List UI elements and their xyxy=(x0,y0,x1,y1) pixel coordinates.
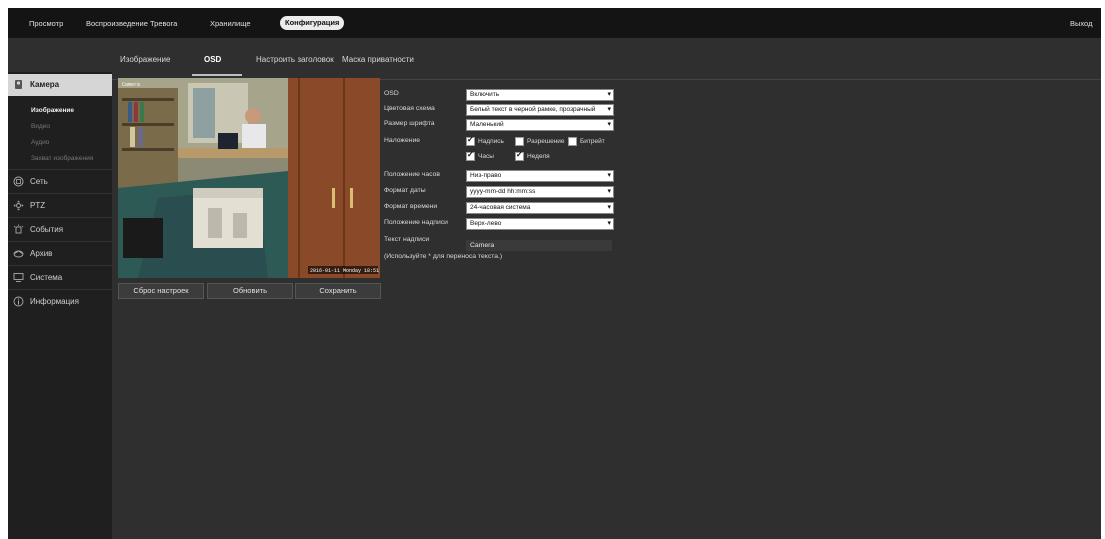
date-format-select-value: yyyy-mm-dd hh:mm:ss xyxy=(470,188,536,195)
sidebar-item-label: PTZ xyxy=(30,201,46,210)
sidebar-sub-video[interactable]: Видео xyxy=(31,123,50,130)
font-size-select[interactable]: Маленький ▾ xyxy=(466,119,614,131)
sidebar-sub-image[interactable]: Изображение xyxy=(31,107,74,114)
archive-icon xyxy=(13,250,24,258)
osd-select[interactable]: Включить ▾ xyxy=(466,89,614,101)
caption-position-label: Положение надписи xyxy=(384,219,448,226)
divider xyxy=(8,289,112,290)
camera-preview: Camera 2016-01-11 Monday 18:51 xyxy=(118,78,380,278)
color-scheme-select[interactable]: Белый текст в черной рамке, прозрачный ▾ xyxy=(466,104,614,116)
sidebar: Камера Изображение Видео Аудио Захват из… xyxy=(8,72,112,539)
clock-position-select[interactable]: Низ-право ▾ xyxy=(466,170,614,182)
refresh-button[interactable]: Обновить xyxy=(207,283,293,299)
color-scheme-select-value: Белый текст в черной рамке, прозрачный xyxy=(470,106,596,113)
chevron-down-icon: ▾ xyxy=(607,121,611,128)
overlay-caption-label: Надпись xyxy=(478,138,504,145)
active-tab-underline xyxy=(192,74,242,76)
divider xyxy=(8,241,112,242)
sidebar-item-label: Информация xyxy=(30,297,79,306)
clock-position-label: Положение часов xyxy=(384,171,440,178)
app-frame: Просмотр Воспроизведение Тревога Хранили… xyxy=(8,8,1101,539)
tab-privacy-mask[interactable]: Маска приватности xyxy=(342,55,414,64)
network-icon xyxy=(13,176,24,187)
sidebar-item-archive[interactable]: Архив xyxy=(8,243,112,265)
sidebar-item-system[interactable]: Система xyxy=(8,267,112,289)
sidebar-item-ptz[interactable]: PTZ xyxy=(8,195,112,217)
divider xyxy=(8,217,112,218)
nav-tab-configuration[interactable]: Конфигурация xyxy=(280,16,345,30)
nav-tab-alarm[interactable]: Тревога xyxy=(150,17,177,30)
caption-position-select-value: Верх-лево xyxy=(470,220,502,227)
caption-position-select[interactable]: Верх-лево ▾ xyxy=(466,218,614,230)
sub-nav-tabs: Изображение OSD Настроить заголовок Маск… xyxy=(112,43,1101,80)
chevron-down-icon: ▾ xyxy=(607,204,611,211)
sidebar-item-label: Архив xyxy=(30,249,53,258)
nav-tab-storage[interactable]: Хранилище xyxy=(210,17,251,30)
sidebar-item-label: События xyxy=(30,225,64,234)
overlay-resolution-label: Разрешение xyxy=(527,138,565,145)
time-format-select-value: 24-часовая система xyxy=(470,204,531,211)
sidebar-item-label: Сеть xyxy=(30,177,48,186)
tab-image[interactable]: Изображение xyxy=(120,55,170,64)
caption-text-input[interactable]: Camera xyxy=(466,240,612,251)
overlay-clock-checkbox[interactable] xyxy=(466,150,475,161)
time-format-label: Формат времени xyxy=(384,203,438,210)
clock-position-select-value: Низ-право xyxy=(470,172,502,179)
preview-overlay-caption: Camera xyxy=(122,82,140,88)
chevron-down-icon: ▾ xyxy=(607,188,611,195)
ptz-icon xyxy=(13,200,24,211)
caption-text-value: Camera xyxy=(470,242,495,249)
caption-text-label: Текст надписи xyxy=(384,236,430,243)
color-scheme-label: Цветовая схема xyxy=(384,105,435,112)
system-icon xyxy=(13,273,24,282)
sidebar-item-info[interactable]: Информация xyxy=(8,291,112,313)
overlay-bitrate-label: Битрейт xyxy=(580,138,605,145)
sidebar-item-label: Камера xyxy=(30,80,60,89)
sidebar-sub-snapshot[interactable]: Захват изображения xyxy=(31,155,93,162)
sidebar-item-camera[interactable]: Камера xyxy=(8,74,112,96)
info-icon xyxy=(13,296,24,307)
overlay-week-label: Неделя xyxy=(527,153,550,160)
nav-tab-playback[interactable]: Воспроизведение xyxy=(86,17,148,30)
sidebar-item-label: Система xyxy=(30,273,63,282)
date-format-label: Формат даты xyxy=(384,187,426,194)
top-nav-bar: Просмотр Воспроизведение Тревога Хранили… xyxy=(8,8,1101,38)
logout-link[interactable]: Выход xyxy=(1070,17,1092,30)
tab-set-title[interactable]: Настроить заголовок xyxy=(256,55,334,64)
overlay-resolution-checkbox[interactable] xyxy=(515,137,524,146)
sidebar-sub-audio[interactable]: Аудио xyxy=(31,139,49,146)
osd-select-value: Включить xyxy=(470,91,500,98)
divider xyxy=(8,193,112,194)
font-size-label: Размер шрифта xyxy=(384,120,435,127)
caption-hint-text: (Используйте * для переноса текста.) xyxy=(384,253,503,260)
sidebar-item-network[interactable]: Сеть xyxy=(8,171,112,193)
camera-image: Camera 2016-01-11 Monday 18:51 xyxy=(118,78,380,278)
font-size-select-value: Маленький xyxy=(470,121,504,128)
chevron-down-icon: ▾ xyxy=(607,220,611,227)
overlay-caption-checkbox[interactable] xyxy=(466,135,475,146)
overlay-bitrate-checkbox[interactable] xyxy=(568,137,577,146)
camera-icon xyxy=(15,80,22,89)
sidebar-item-events[interactable]: События xyxy=(8,219,112,241)
nav-tab-preview[interactable]: Просмотр xyxy=(29,17,63,30)
reset-settings-button[interactable]: Сброс настроек xyxy=(118,283,204,299)
chevron-down-icon: ▾ xyxy=(607,91,611,98)
time-format-select[interactable]: 24-часовая система ▾ xyxy=(466,202,614,214)
chevron-down-icon: ▾ xyxy=(607,172,611,179)
overlay-week-checkbox[interactable] xyxy=(515,150,524,161)
divider xyxy=(8,265,112,266)
events-icon xyxy=(13,224,24,234)
date-format-select[interactable]: yyyy-mm-dd hh:mm:ss ▾ xyxy=(466,186,614,198)
osd-label: OSD xyxy=(384,90,399,97)
overlay-clock-label: Часы xyxy=(478,153,494,160)
tab-osd[interactable]: OSD xyxy=(204,55,221,64)
preview-overlay-timestamp: 2016-01-11 Monday 18:51 xyxy=(310,268,379,274)
overlay-label: Наложение xyxy=(384,137,421,144)
save-button[interactable]: Сохранить xyxy=(295,283,381,299)
chevron-down-icon: ▾ xyxy=(607,106,611,113)
divider xyxy=(8,169,112,170)
